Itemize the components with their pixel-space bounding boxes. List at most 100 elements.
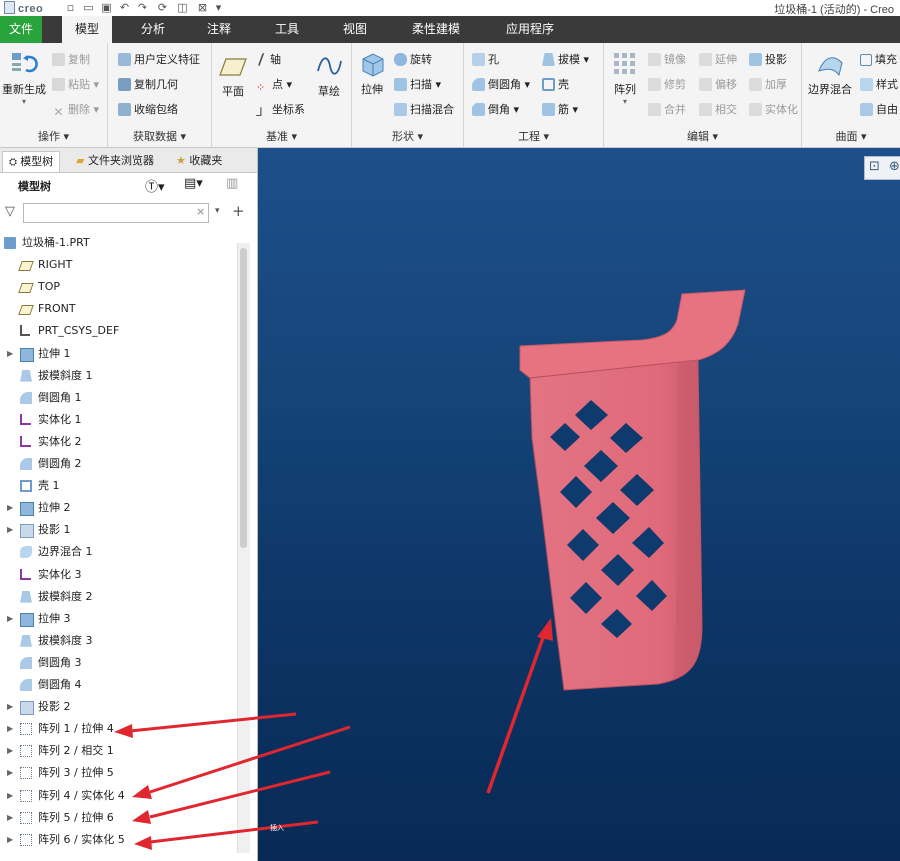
tab-model-tree[interactable]: ⛭ 模型树 — [2, 151, 61, 172]
trim-button[interactable]: 修剪 — [648, 76, 686, 92]
regenerate-button[interactable]: 重新生成 ▾ — [2, 49, 46, 106]
search-options-icon[interactable]: ▾ — [215, 206, 220, 216]
tree-node[interactable]: 实体化 3 — [0, 564, 236, 586]
tree-node[interactable]: 倒圆角 4 — [0, 674, 236, 696]
redo-icon[interactable]: ↷ — [136, 1, 149, 14]
tab-analysis[interactable]: 分析 — [128, 16, 178, 43]
expand-arrow-icon[interactable]: ▶ — [7, 497, 15, 519]
tree-node[interactable]: 倒圆角 3 — [0, 652, 236, 674]
hole-button[interactable]: 孔 — [472, 51, 499, 67]
tree-node[interactable]: 实体化 1 — [0, 409, 236, 431]
sweep-button[interactable]: 扫描 ▾ — [394, 76, 441, 92]
tab-tools[interactable]: 工具 — [262, 16, 312, 43]
regenerate-small-icon[interactable]: ⟳ — [156, 1, 169, 14]
zoom-in-icon[interactable]: ⊕ — [889, 159, 900, 174]
graphics-viewport[interactable]: ⊡ ⊕ — [258, 148, 900, 861]
filter-icon[interactable]: ▽ — [5, 204, 15, 219]
tree-node[interactable]: FRONT — [0, 298, 236, 320]
paste-button[interactable]: 粘贴 ▾ — [52, 76, 99, 92]
tab-view[interactable]: 视图 — [330, 16, 380, 43]
tree-columns-icon[interactable]: ▥ — [226, 176, 238, 191]
extrude-button[interactable]: 拉伸 — [354, 49, 390, 97]
tab-folder-browser[interactable]: ▰ 文件夹浏览器 — [70, 151, 160, 171]
tab-flexible-modeling[interactable]: 柔性建模 — [400, 16, 472, 43]
close-window-icon[interactable]: ⊠ — [196, 1, 209, 14]
windows-icon[interactable]: ◫ — [176, 1, 189, 14]
expand-arrow-icon[interactable]: ▶ — [7, 718, 15, 740]
group-label-editing[interactable]: 编辑 ▾ — [604, 128, 801, 144]
extend-button[interactable]: 延伸 — [699, 51, 737, 67]
copy-button[interactable]: 复制 — [52, 51, 90, 67]
plane-button[interactable]: 平面 — [216, 51, 250, 99]
tree-node[interactable]: ▶ 阵列 6 / 实体化 5 — [0, 829, 236, 851]
fill-button[interactable]: 填充 — [860, 51, 897, 67]
swept-blend-button[interactable]: 扫描混合 — [394, 101, 454, 117]
open-icon[interactable]: ▭ — [82, 1, 95, 14]
pattern-button[interactable]: 阵列 ▾ — [608, 49, 642, 106]
thicken-button[interactable]: 加厚 — [749, 76, 787, 92]
tree-node[interactable]: 倒圆角 1 — [0, 387, 236, 409]
tree-node[interactable]: ▶ 拉伸 1 — [0, 343, 236, 365]
tree-show-icon[interactable]: ▤▾ — [184, 176, 203, 191]
tree-node[interactable]: ▶ 投影 2 — [0, 696, 236, 718]
tree-node[interactable]: ▶ 阵列 4 / 实体化 4 — [0, 785, 236, 807]
chamfer-button[interactable]: 倒角 ▾ — [472, 101, 519, 117]
tree-settings-icon[interactable]: Ⓣ▾ — [145, 176, 165, 195]
mirror-button[interactable]: 镜像 — [648, 51, 686, 67]
revolve-button[interactable]: 旋转 — [394, 51, 432, 67]
tree-node[interactable]: 边界混合 1 — [0, 541, 236, 563]
tree-node[interactable]: 垃圾桶-1.PRT — [0, 232, 236, 254]
solidify-button[interactable]: 实体化 — [749, 101, 798, 117]
draft-button[interactable]: 拔模 ▾ — [542, 51, 589, 67]
udf-button[interactable]: 用户定义特征 — [118, 51, 200, 67]
expand-arrow-icon[interactable]: ▶ — [7, 785, 15, 807]
shell-button[interactable]: 壳 — [542, 76, 569, 92]
expand-arrow-icon[interactable]: ▶ — [7, 740, 15, 762]
tree-node[interactable]: ▶ 阵列 2 / 相交 1 — [0, 740, 236, 762]
new-icon[interactable]: ▫ — [64, 1, 77, 14]
tab-annotate[interactable]: 注释 — [194, 16, 244, 43]
point-button[interactable]: ⁘ 点 ▾ — [256, 76, 292, 94]
boundary-blend-button[interactable]: 边界混合 — [806, 49, 854, 97]
tree-node[interactable]: 拔模斜度 1 — [0, 365, 236, 387]
offset-button[interactable]: 偏移 — [699, 76, 737, 92]
sketch-button[interactable]: 草绘 — [312, 51, 346, 99]
tree-node[interactable]: RIGHT — [0, 254, 236, 276]
clear-search-icon[interactable]: × — [196, 205, 205, 218]
pattern-dropdown-icon[interactable]: ▾ — [608, 97, 642, 106]
tree-node[interactable]: ▶ 阵列 5 / 拉伸 6 — [0, 807, 236, 829]
tree-node[interactable]: TOP — [0, 276, 236, 298]
copy-geometry-button[interactable]: 复制几何 — [118, 76, 178, 92]
group-label-datum[interactable]: 基准 ▾ — [212, 128, 351, 144]
tree-node[interactable]: ▶ 拉伸 3 — [0, 608, 236, 630]
csys-button[interactable]: ⅃ 坐标系 — [256, 101, 305, 119]
tree-node[interactable]: ▶ 阵列 3 / 拉伸 5 — [0, 762, 236, 784]
expand-arrow-icon[interactable]: ▶ — [7, 519, 15, 541]
tree-node[interactable]: ▶ 拉伸 2 — [0, 497, 236, 519]
shrinkwrap-button[interactable]: 收缩包络 — [118, 101, 178, 117]
tree-search-input[interactable] — [23, 203, 209, 223]
group-label-engineering[interactable]: 工程 ▾ — [464, 128, 603, 144]
tree-scrollbar-thumb[interactable] — [240, 248, 247, 548]
group-label-operations[interactable]: 操作 ▾ — [0, 128, 107, 144]
axis-button[interactable]: 轴 — [256, 51, 281, 67]
tree-node[interactable]: 拔模斜度 3 — [0, 630, 236, 652]
group-label-shapes[interactable]: 形状 ▾ — [352, 128, 463, 144]
tab-favorites[interactable]: ★ 收藏夹 — [170, 151, 228, 171]
expand-arrow-icon[interactable]: ▶ — [7, 829, 15, 851]
round-button[interactable]: 倒圆角 ▾ — [472, 76, 530, 92]
expand-arrow-icon[interactable]: ▶ — [7, 696, 15, 718]
tree-node[interactable]: ▶ 投影 1 — [0, 519, 236, 541]
view-toolbar[interactable]: ⊡ ⊕ — [864, 156, 900, 180]
group-label-get-data[interactable]: 获取数据 ▾ — [108, 128, 211, 144]
style-button[interactable]: 样式 — [860, 76, 898, 92]
freestyle-button[interactable]: 自由 — [860, 101, 898, 117]
zoom-icon[interactable]: ⊡ — [869, 159, 880, 174]
tab-model[interactable]: 模型 — [62, 16, 112, 43]
undo-icon[interactable]: ↶ — [118, 1, 131, 14]
project-button[interactable]: 投影 — [749, 51, 787, 67]
add-filter-icon[interactable]: + — [232, 202, 245, 220]
expand-arrow-icon[interactable]: ▶ — [7, 807, 15, 829]
save-icon[interactable]: ▣ — [100, 1, 113, 14]
tab-applications[interactable]: 应用程序 — [494, 16, 566, 43]
